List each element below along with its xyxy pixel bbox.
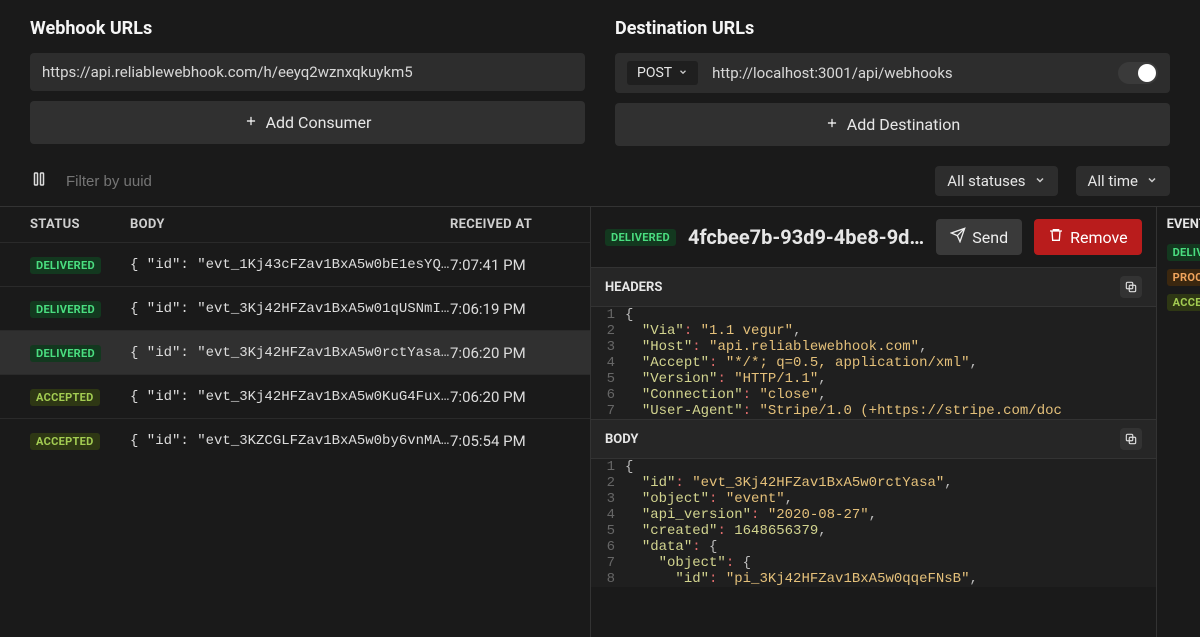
headers-panel-title: HEADERS <box>591 267 1156 307</box>
event-badge: DELIVERED <box>1167 244 1200 261</box>
send-button[interactable]: Send <box>936 219 1022 255</box>
row-time: 7:07:41 PM <box>450 256 560 274</box>
send-icon <box>950 227 966 247</box>
add-consumer-label: Add Consumer <box>266 113 372 132</box>
method-dropdown[interactable]: POST <box>627 61 698 85</box>
request-list: STATUS BODY RECEIVED AT DELIVERED { "id":… <box>0 207 590 637</box>
status-badge: DELIVERED <box>30 345 101 362</box>
destination-row: POST http://localhost:3001/api/webhooks <box>615 53 1170 93</box>
copy-body-button[interactable] <box>1120 428 1142 450</box>
remove-button[interactable]: Remove <box>1034 219 1142 255</box>
status-badge: ACCEPTED <box>30 433 100 450</box>
add-consumer-button[interactable]: Add Consumer <box>30 101 585 144</box>
events-title: EVENTS <box>1167 217 1200 232</box>
row-time: 7:06:20 PM <box>450 388 560 406</box>
add-destination-label: Add Destination <box>847 115 960 134</box>
time-filter-label: All time <box>1088 172 1138 190</box>
webhook-urls-section: Webhook URLs https://api.reliablewebhook… <box>30 18 585 156</box>
status-badge: DELIVERED <box>30 257 101 274</box>
destination-url-input[interactable]: http://localhost:3001/api/webhooks <box>712 64 1104 82</box>
row-time: 7:06:20 PM <box>450 344 560 362</box>
request-row[interactable]: DELIVERED { "id": "evt_1Kj43cFZav1BxA5w0b… <box>0 242 590 286</box>
detail-request-id: 4fcbee7b-93d9-4be8-9d… <box>688 225 924 249</box>
col-body: BODY <box>130 217 450 232</box>
method-label: POST <box>637 65 672 81</box>
events-panel: EVENTS DELIVERED PROCESSED ACCEPTED <box>1156 207 1200 637</box>
chevron-down-icon <box>1034 172 1046 190</box>
row-body: { "id": "evt_3Kj42HFZav1BxA5w01qUSNmI",… <box>130 301 450 317</box>
toggle-knob <box>1138 64 1156 82</box>
plus-icon <box>825 115 839 134</box>
body-label: BODY <box>605 432 638 447</box>
col-received: RECEIVED AT <box>450 217 560 232</box>
headers-label: HEADERS <box>605 280 662 295</box>
row-body: { "id": "evt_1Kj43cFZav1BxA5w0bE1esYQ",… <box>130 257 450 273</box>
row-body: { "id": "evt_3Kj42HFZav1BxA5w0KuG4Fux",… <box>130 389 450 405</box>
copy-headers-button[interactable] <box>1120 276 1142 298</box>
chevron-down-icon <box>1146 172 1158 190</box>
destination-urls-section: Destination URLs POST http://localhost:3… <box>615 18 1170 156</box>
event-badge: ACCEPTED <box>1167 294 1200 311</box>
pause-icon[interactable] <box>30 170 48 192</box>
send-label: Send <box>972 228 1008 247</box>
row-body: { "id": "evt_3KZCGLFZav1BxA5w0by6vnMA",… <box>130 433 450 449</box>
destination-urls-title: Destination URLs <box>615 18 1170 39</box>
body-panel-title: BODY <box>591 419 1156 459</box>
status-filter-dropdown[interactable]: All statuses <box>935 166 1057 196</box>
time-filter-dropdown[interactable]: All time <box>1076 166 1170 196</box>
headers-code[interactable]: 1{2 "Via": "1.1 vegur",3 "Host": "api.re… <box>591 307 1156 419</box>
webhook-urls-title: Webhook URLs <box>30 18 585 39</box>
chevron-down-icon <box>678 65 688 81</box>
col-status: STATUS <box>30 217 130 232</box>
status-filter-label: All statuses <box>947 172 1025 190</box>
list-toolbar: All statuses All time <box>0 156 1200 207</box>
row-time: 7:05:54 PM <box>450 432 560 450</box>
trash-icon <box>1048 227 1064 247</box>
detail-panel: DELIVERED 4fcbee7b-93d9-4be8-9d… Send Re… <box>591 207 1156 637</box>
request-row[interactable]: DELIVERED { "id": "evt_3Kj42HFZav1BxA5w0r… <box>0 330 590 374</box>
status-badge: ACCEPTED <box>30 389 100 406</box>
status-badge: DELIVERED <box>30 301 101 318</box>
detail-status-badge: DELIVERED <box>605 229 676 246</box>
request-row[interactable]: ACCEPTED { "id": "evt_3KZCGLFZav1BxA5w0by… <box>0 418 590 462</box>
request-row[interactable]: ACCEPTED { "id": "evt_3Kj42HFZav1BxA5w0Ku… <box>0 374 590 418</box>
request-row[interactable]: DELIVERED { "id": "evt_3Kj42HFZav1BxA5w01… <box>0 286 590 330</box>
remove-label: Remove <box>1070 228 1128 247</box>
destination-enabled-toggle[interactable] <box>1118 62 1158 84</box>
event-badge: PROCESSED <box>1167 269 1200 286</box>
plus-icon <box>244 113 258 132</box>
body-code[interactable]: 1{2 "id": "evt_3Kj42HFZav1BxA5w0rctYasa"… <box>591 459 1156 587</box>
add-destination-button[interactable]: Add Destination <box>615 103 1170 146</box>
filter-input[interactable] <box>66 173 917 190</box>
request-list-header: STATUS BODY RECEIVED AT <box>0 207 590 242</box>
row-time: 7:06:19 PM <box>450 300 560 318</box>
row-body: { "id": "evt_3Kj42HFZav1BxA5w0rctYasa",… <box>130 345 450 361</box>
consumer-url-input[interactable]: https://api.reliablewebhook.com/h/eeyq2w… <box>30 53 585 91</box>
